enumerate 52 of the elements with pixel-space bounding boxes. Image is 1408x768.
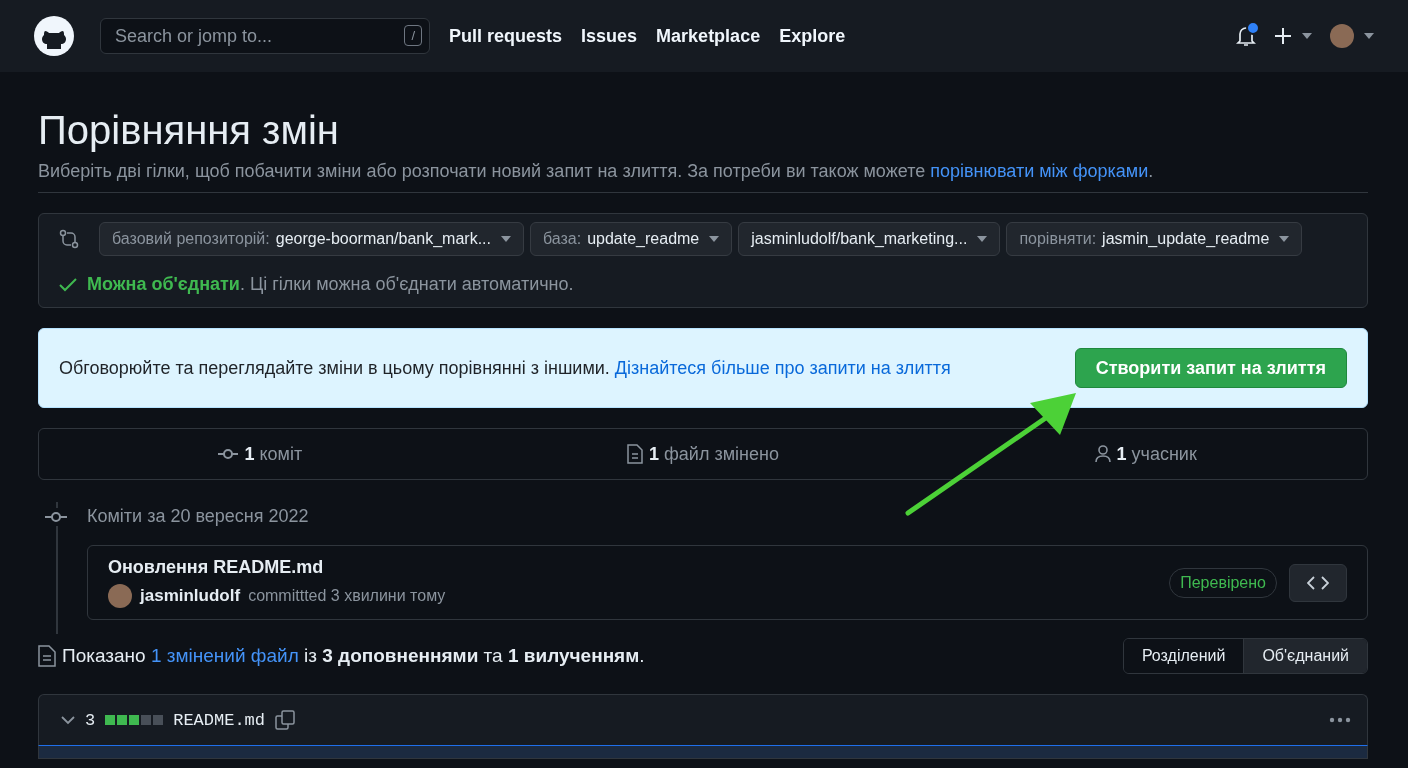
learn-more-link[interactable]: Дізнайтеся більше про запити на злиття <box>614 357 951 379</box>
browse-code-button[interactable] <box>1289 563 1347 602</box>
file-name[interactable]: README.md <box>173 710 266 730</box>
compare-forks-link[interactable]: порівнювати між форками <box>930 161 1149 181</box>
caret-icon <box>977 236 988 242</box>
diffstat <box>105 715 164 725</box>
compare-icon <box>59 229 79 249</box>
nav-link[interactable]: Pull requests <box>449 25 563 47</box>
caret-icon <box>1279 236 1290 242</box>
branch-selector[interactable]: базовий репозиторій: george-boorman/bank_mark... <box>99 222 524 256</box>
branch-selector[interactable]: порівняти: jasmin_update_readme <box>1006 222 1303 256</box>
commit-meta: committted 3 хвилини тому <box>248 587 446 605</box>
stat-text[interactable]: 1 учасник <box>1116 443 1197 465</box>
bell-icon[interactable] <box>1236 25 1256 47</box>
chevron-icon[interactable] <box>61 715 75 725</box>
branch-selector[interactable]: jasminludolf/bank_marketing... <box>738 222 1001 256</box>
page-subtitle: Виберіть дві гілки, щоб побачити зміни або розпочати новий запит на злиття. За потреби ви також можете порівнювати між форками. <box>38 161 1368 193</box>
file-icon <box>627 444 643 464</box>
file-icon <box>38 645 56 667</box>
nav-link[interactable]: Issues <box>581 25 638 47</box>
logo-icon[interactable] <box>34 16 74 56</box>
caret-icon <box>500 236 511 242</box>
profile-menu-button[interactable] <box>1330 24 1374 48</box>
stat-text[interactable]: 1 файл змінено <box>649 443 779 465</box>
avatar <box>1330 24 1354 48</box>
changed-files-link[interactable]: 1 змінений файл <box>150 645 299 666</box>
commit-date: Коміти за 20 вересня 2022 <box>87 505 310 528</box>
check-icon <box>59 277 77 292</box>
view-mode-tab[interactable]: Об'єднаний <box>1243 639 1367 673</box>
code-icon <box>1307 575 1329 590</box>
shortcut-key: / <box>404 25 422 46</box>
stat-text[interactable]: 1 коміт <box>244 443 303 465</box>
person-icon <box>1094 445 1111 463</box>
plus-icon <box>1274 27 1292 45</box>
branch-selector[interactable]: база: update_readme <box>529 222 733 256</box>
more-icon[interactable] <box>1329 717 1351 723</box>
nav-link[interactable]: Marketplace <box>656 25 761 47</box>
diff-summary: Показано 1 змінений файл із 3 доповненнями та 1 вилученням. <box>62 645 645 667</box>
banner-text: Обговорюйте та переглядайте зміни в цьому порівнянні з іншими. <box>59 357 610 379</box>
copy-icon[interactable] <box>275 710 296 730</box>
caret-icon <box>709 236 720 242</box>
merge-status: Можна об'єднати. Ці гілки можна об'єднати автоматично. <box>87 274 574 295</box>
commit-icon <box>218 448 239 460</box>
change-count: 3 <box>85 710 96 730</box>
page-title: Порівняння змін <box>38 108 340 153</box>
author-name[interactable]: jasminludolf <box>140 586 241 606</box>
avatar <box>108 584 132 608</box>
caret-icon <box>1302 33 1312 39</box>
caret-icon <box>1364 33 1374 39</box>
commit-title[interactable]: Оновлення README.md <box>108 557 446 578</box>
create-menu-button[interactable] <box>1274 27 1312 45</box>
nav-link[interactable]: Explore <box>779 25 846 47</box>
